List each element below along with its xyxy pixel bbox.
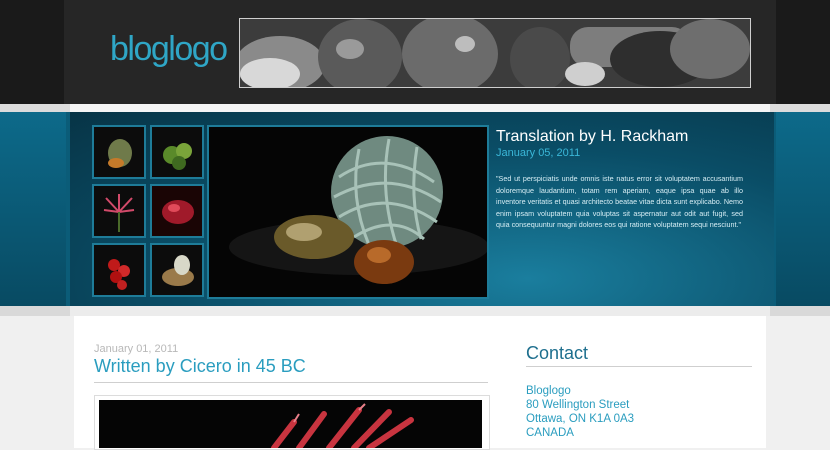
- contact-divider: [526, 366, 752, 367]
- thumbnail-6[interactable]: [150, 243, 204, 297]
- featured-post-date: January 05, 2011: [496, 147, 581, 159]
- site-logo[interactable]: bloglogo: [110, 30, 228, 69]
- contact-line-name: Bloglogo: [526, 385, 571, 397]
- post-date: January 01, 2011: [94, 343, 179, 355]
- header-banner-image: [239, 18, 751, 88]
- featured-side-left: [0, 112, 66, 308]
- featured-post-title[interactable]: Translation by H. Rackham: [496, 128, 688, 146]
- thumbnail-4[interactable]: [150, 184, 204, 238]
- post-title-divider: [94, 382, 488, 383]
- featured-side-right: [776, 112, 830, 308]
- contact-heading: Contact: [526, 343, 589, 363]
- featured-main-image[interactable]: [207, 125, 489, 299]
- thumbnail-5[interactable]: [92, 243, 146, 297]
- post-title[interactable]: Written by Cicero in 45 BC: [94, 356, 306, 377]
- thumbnail-1[interactable]: [92, 125, 146, 179]
- contact-line-country: CANADA: [526, 427, 574, 439]
- featured-post-excerpt: "Sed ut perspiciatis unde omnis iste nat…: [496, 174, 743, 229]
- contact-line-street: 80 Wellington Street: [526, 399, 630, 411]
- post-image[interactable]: [99, 400, 482, 448]
- contact-line-city: Ottawa, ON K1A 0A3: [526, 413, 635, 425]
- thumbnail-2[interactable]: [150, 125, 204, 179]
- contact-address: Bloglogo 80 Wellington Street Ottawa, ON…: [526, 384, 634, 440]
- thumbnail-3[interactable]: [92, 184, 146, 238]
- featured-divider-center: [70, 306, 770, 316]
